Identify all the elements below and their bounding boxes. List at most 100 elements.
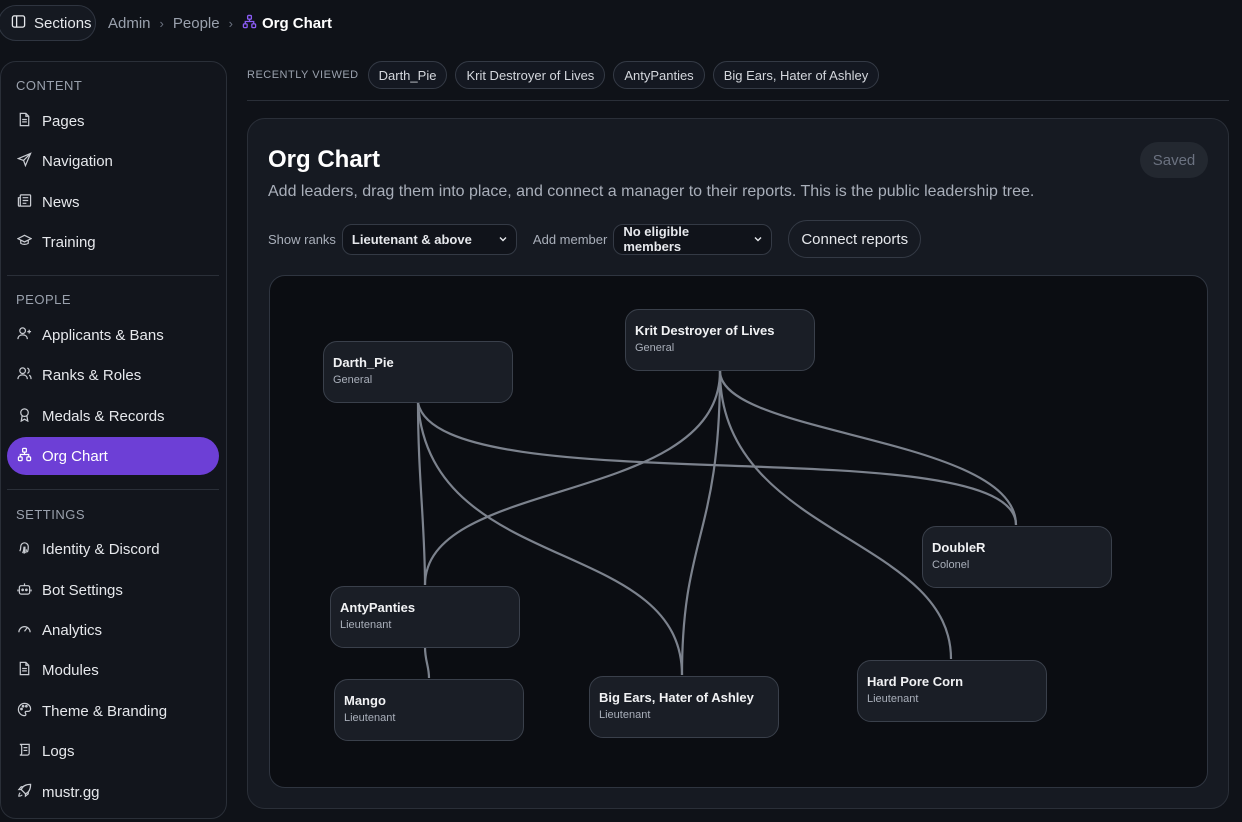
sidebar-item-logs[interactable]: Logs — [7, 732, 219, 770]
org-node-rank: Lieutenant — [344, 712, 396, 724]
sections-button[interactable]: Sections — [0, 5, 96, 41]
org-node[interactable]: AntyPanties Lieutenant — [330, 586, 520, 648]
sidebar-item-label: Navigation — [42, 152, 113, 170]
org-node-name: Mango — [344, 693, 386, 708]
sidebar-item-training[interactable]: Training — [7, 223, 219, 261]
link-anty-mango — [423, 646, 431, 679]
org-node-rank: Lieutenant — [340, 619, 392, 631]
add-member-label: Add member — [532, 231, 608, 247]
sidebar-item-label: Ranks & Roles — [42, 366, 142, 384]
palette-icon — [17, 702, 32, 721]
sidebar-item-label: Modules — [42, 661, 99, 679]
org-node[interactable]: Krit Destroyer of Lives General — [625, 309, 815, 371]
org-chart-card: Org Chart Add leaders, drag them into pl… — [247, 118, 1229, 809]
rocket-icon — [17, 783, 32, 802]
link-krit-doubler — [718, 370, 1018, 526]
gauge-icon — [17, 621, 32, 640]
scroll-icon — [17, 742, 32, 761]
org-node[interactable]: Darth_Pie General — [323, 341, 513, 403]
send-icon — [16, 151, 32, 171]
sidebar-divider — [7, 489, 219, 490]
sidebar-item-label: Theme & Branding — [42, 702, 168, 720]
org-node[interactable]: Big Ears, Hater of Ashley Lieutenant — [589, 676, 779, 738]
link-darth-doubler — [416, 402, 1018, 526]
section-label-content: CONTENT — [16, 78, 83, 93]
sidebar-item-label: Pages — [42, 112, 85, 130]
org-node-rank: Colonel — [932, 559, 970, 571]
sidebar-item-label: mustr.gg — [42, 783, 100, 801]
org-node[interactable]: Hard Pore Corn Lieutenant — [857, 660, 1047, 722]
sidebar-item-label: Logs — [42, 742, 75, 760]
sidebar-item-identity-discord[interactable]: Identity & Discord — [7, 530, 219, 568]
org-node-rank: General — [635, 342, 675, 354]
sidebar-item-applicants-bans[interactable]: Applicants & Bans — [7, 316, 219, 354]
sidebar-item-mustr-gg[interactable]: mustr.gg — [7, 773, 219, 811]
sidebar-item-org-chart[interactable]: Org Chart — [7, 437, 219, 475]
org-node-name: Hard Pore Corn — [867, 674, 964, 689]
users-icon — [17, 366, 32, 385]
org-chart-icon — [242, 14, 257, 33]
award-icon — [17, 407, 32, 426]
user-plus-icon — [17, 326, 32, 345]
sidebar-item-label: Bot Settings — [42, 581, 123, 599]
org-chart-icon — [17, 447, 32, 466]
chart-controls: Show ranks Lieutenant & above Add member… — [268, 220, 922, 258]
link-krit-hpc — [718, 370, 953, 660]
breadcrumb-current: Org Chart — [242, 14, 332, 33]
chevron-down-icon — [490, 232, 508, 247]
sidebar-item-medals-records[interactable]: Medals & Records — [7, 397, 219, 435]
sidebar-item-pages[interactable]: Pages — [7, 102, 219, 140]
sidebar-item-label: Analytics — [42, 621, 103, 639]
chevron-down-icon — [745, 232, 763, 247]
breadcrumb-people[interactable]: People — [173, 15, 220, 32]
sidebar-item-bot-settings[interactable]: Bot Settings — [7, 571, 219, 609]
sidebar-item-analytics[interactable]: Analytics — [7, 611, 219, 649]
newspaper-icon — [17, 193, 32, 212]
breadcrumb-separator: › — [228, 16, 233, 31]
bot-icon — [17, 581, 32, 600]
top-bar: Sections Admin › People › Org Chart — [0, 0, 1242, 46]
saved-button[interactable]: Saved — [1140, 142, 1208, 178]
sidebar-divider — [7, 275, 219, 276]
org-node-rank: Lieutenant — [599, 709, 651, 721]
sidebar-item-label: News — [42, 193, 80, 211]
show-ranks-label: Show ranks — [268, 231, 336, 247]
link-krit-bigears — [680, 370, 722, 676]
sidebar-toggle-icon — [11, 14, 26, 33]
breadcrumb-admin[interactable]: Admin — [108, 15, 151, 32]
sidebar-item-label: Medals & Records — [42, 407, 165, 425]
section-label-people: PEOPLE — [16, 292, 72, 307]
org-chart-canvas[interactable]: Darth_Pie General Krit Destroyer of Live… — [269, 275, 1208, 788]
file-icon — [17, 661, 32, 680]
org-node-name: Krit Destroyer of Lives — [635, 323, 775, 338]
recent-chip[interactable]: AntyPanties — [613, 61, 705, 89]
add-member-select[interactable]: No eligible members — [613, 223, 773, 255]
section-label-settings: SETTINGS — [16, 507, 86, 522]
recent-chip[interactable]: Krit Destroyer of Lives — [455, 61, 606, 89]
recent-chip[interactable]: Big Ears, Hater of Ashley — [712, 61, 880, 89]
breadcrumb-org-chart: Org Chart — [261, 15, 332, 32]
org-node-name: AntyPanties — [340, 600, 416, 615]
org-node-rank: General — [333, 374, 373, 386]
recently-viewed: RECENTLY VIEWED Darth_Pie Krit Destroyer… — [247, 61, 880, 89]
sidebar-item-modules[interactable]: Modules — [7, 651, 219, 689]
breadcrumb-separator: › — [159, 16, 164, 31]
org-node-name: Big Ears, Hater of Ashley — [599, 690, 754, 705]
add-member-value: No eligible members — [623, 224, 690, 254]
graduation-cap-icon — [16, 233, 33, 252]
sidebar-item-ranks-roles[interactable]: Ranks & Roles — [7, 356, 219, 394]
fingerprint-icon — [17, 540, 32, 559]
sidebar-item-news[interactable]: News — [7, 183, 219, 221]
org-node[interactable]: DoubleR Colonel — [922, 526, 1112, 588]
sidebar-item-label: Training — [42, 233, 96, 251]
sections-label: Sections — [34, 14, 92, 32]
sidebar-item-theme-branding[interactable]: Theme & Branding — [7, 692, 219, 730]
org-node-rank: Lieutenant — [867, 693, 919, 705]
sidebar-item-navigation[interactable]: Navigation — [7, 142, 219, 180]
show-ranks-select[interactable]: Lieutenant & above — [341, 223, 517, 255]
recently-viewed-divider — [247, 100, 1229, 101]
org-node[interactable]: Mango Lieutenant — [334, 679, 524, 741]
connect-reports-button[interactable]: Connect reports — [788, 220, 922, 258]
page-description: Add leaders, drag them into place, and c… — [268, 183, 1035, 200]
recent-chip[interactable]: Darth_Pie — [367, 61, 448, 89]
